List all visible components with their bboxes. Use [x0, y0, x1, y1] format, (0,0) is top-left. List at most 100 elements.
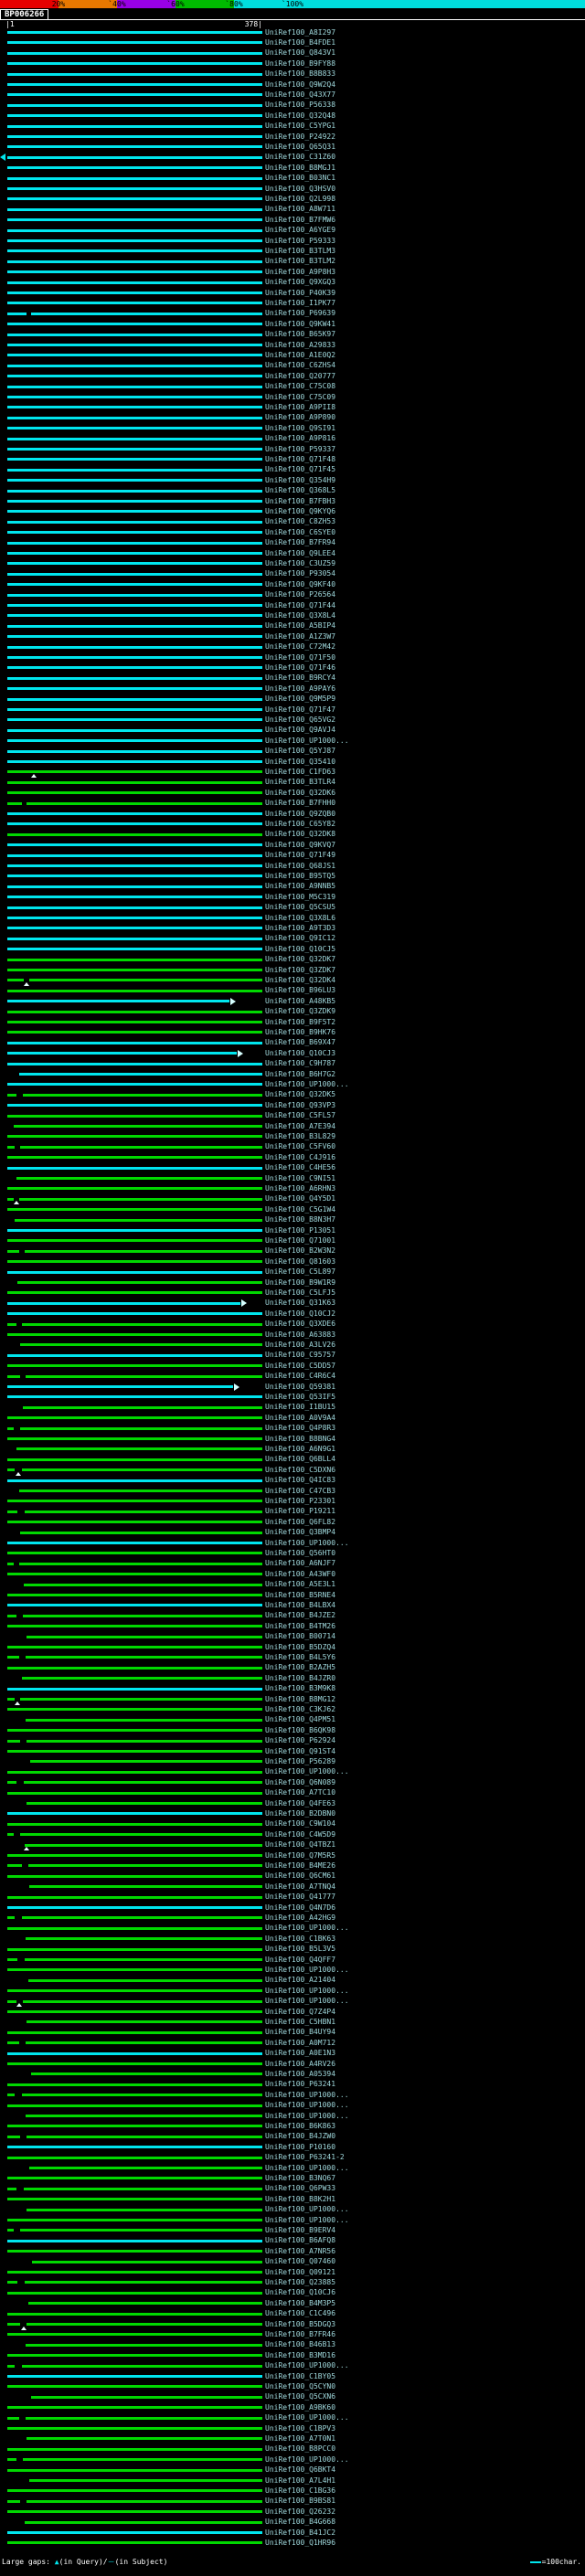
hit-label[interactable]: UniRef100_P59337	[265, 445, 335, 454]
alignment-bar[interactable]	[7, 2333, 262, 2336]
alignment-bar[interactable]	[7, 1688, 262, 1691]
alignment-bar[interactable]	[7, 292, 262, 294]
alignment-bar[interactable]	[16, 1177, 262, 1180]
alignment-bar[interactable]	[7, 479, 262, 482]
alignment-bar[interactable]	[7, 386, 262, 388]
alignment-bar[interactable]	[20, 1833, 262, 1836]
hit-label[interactable]: UniRef100_B8K2H1	[265, 2195, 335, 2204]
alignment-bar[interactable]	[7, 365, 262, 367]
hit-label[interactable]: UniRef100_Q5YJ87	[265, 747, 335, 756]
alignment-bar[interactable]	[7, 2458, 16, 2461]
hit-label[interactable]: UniRef100_P19211	[265, 1507, 335, 1516]
hit-label[interactable]: UniRef100_C31Z60	[265, 153, 335, 162]
alignment-bar[interactable]	[7, 270, 262, 273]
alignment-bar[interactable]	[32, 2261, 262, 2263]
alignment-bar[interactable]	[7, 1667, 262, 1670]
alignment-bar[interactable]	[7, 1354, 262, 1357]
alignment-bar[interactable]	[7, 73, 262, 76]
hit-label[interactable]: UniRef100_P24922	[265, 133, 335, 142]
hit-label[interactable]: UniRef100_Q2L998	[265, 195, 335, 204]
alignment-bar[interactable]	[7, 187, 262, 190]
hit-label[interactable]: UniRef100_A9P8H3	[265, 268, 335, 277]
hit-label[interactable]: UniRef100_B3M9K8	[265, 1684, 335, 1693]
alignment-bar[interactable]	[7, 1781, 16, 1784]
hit-label[interactable]: UniRef100_Q07460	[265, 2257, 335, 2266]
alignment-bar[interactable]	[7, 1291, 262, 1294]
alignment-bar[interactable]	[7, 698, 262, 701]
alignment-bar[interactable]	[7, 1385, 233, 1388]
alignment-bar[interactable]	[7, 1521, 262, 1523]
alignment-bar[interactable]	[7, 396, 262, 398]
hit-label[interactable]: UniRef100_C4R6C4	[265, 1372, 335, 1381]
hit-label[interactable]: UniRef100_P13051	[265, 1226, 335, 1235]
alignment-bar[interactable]	[29, 1885, 262, 1888]
alignment-bar[interactable]	[7, 1312, 262, 1315]
hit-label[interactable]: UniRef100_B4JZE2	[265, 1611, 335, 1620]
hit-label[interactable]: UniRef100_Q35410	[265, 758, 335, 767]
alignment-bar[interactable]	[7, 1542, 262, 1544]
alignment-bar[interactable]	[26, 2344, 262, 2347]
hit-label[interactable]: UniRef100_P93054	[265, 569, 335, 578]
alignment-bar[interactable]	[27, 2136, 262, 2138]
alignment-bar[interactable]	[27, 2323, 262, 2326]
alignment-bar[interactable]	[7, 2062, 262, 2065]
alignment-bar[interactable]	[7, 791, 262, 794]
alignment-bar[interactable]	[22, 2365, 262, 2368]
hit-label[interactable]: UniRef100_A4RV26	[265, 2060, 335, 2069]
hit-label[interactable]: UniRef100_A5BIP4	[265, 621, 335, 631]
alignment-bar[interactable]	[28, 1979, 262, 1982]
hit-label[interactable]: UniRef100_A05394	[265, 2070, 335, 2079]
hit-label[interactable]: UniRef100_UP1000...	[265, 1966, 349, 1975]
alignment-bar[interactable]	[7, 417, 262, 419]
alignment-bar[interactable]	[7, 1552, 262, 1554]
alignment-bar[interactable]	[7, 1740, 20, 1743]
hit-label[interactable]: UniRef100_A8I297	[265, 28, 335, 37]
hit-label[interactable]: UniRef100_Q4Y5D1	[265, 1194, 335, 1203]
alignment-bar[interactable]	[7, 2125, 262, 2127]
alignment-bar[interactable]	[7, 313, 27, 315]
alignment-bar[interactable]	[23, 1406, 262, 1409]
hit-label[interactable]: UniRef100_A21404	[265, 1976, 335, 1985]
hit-label[interactable]: UniRef100_B7FR94	[265, 538, 335, 547]
hit-label[interactable]: UniRef100_UP1000...	[265, 2455, 349, 2465]
alignment-bar[interactable]	[20, 1427, 262, 1430]
alignment-bar[interactable]	[7, 2271, 262, 2274]
alignment-bar[interactable]	[7, 2031, 262, 2034]
hit-label[interactable]: UniRef100_B6QK98	[265, 1726, 335, 1735]
hit-label[interactable]: UniRef100_B96LU3	[265, 986, 335, 995]
hit-label[interactable]: UniRef100_Q20777	[265, 372, 335, 381]
hit-label[interactable]: UniRef100_B4FDE1	[265, 38, 335, 48]
hit-label[interactable]: UniRef100_B5RNE4	[265, 1591, 335, 1600]
hit-label[interactable]: UniRef100_C9W104	[265, 1819, 335, 1829]
alignment-bar[interactable]	[7, 708, 262, 711]
hit-label[interactable]: UniRef100_Q6BLL4	[265, 1455, 335, 1464]
hit-label[interactable]: UniRef100_C5DXN6	[265, 1466, 335, 1475]
alignment-bar[interactable]	[7, 750, 262, 753]
hit-label[interactable]: UniRef100_Q71F50	[265, 653, 335, 663]
alignment-bar[interactable]	[7, 156, 262, 159]
alignment-bar[interactable]	[7, 1375, 20, 1378]
alignment-bar[interactable]	[7, 1854, 262, 1857]
alignment-bar[interactable]	[7, 1875, 262, 1878]
hit-label[interactable]: UniRef100_UP1000...	[265, 2361, 349, 2370]
alignment-bar[interactable]	[7, 1427, 14, 1430]
hit-label[interactable]: UniRef100_Q3XDE6	[265, 1320, 335, 1329]
alignment-bar[interactable]	[7, 354, 262, 356]
alignment-bar[interactable]	[7, 1115, 262, 1118]
hit-label[interactable]: UniRef100_Q9ZQB0	[265, 810, 335, 819]
alignment-bar[interactable]	[7, 229, 262, 232]
hit-label[interactable]: UniRef100_Q65VG2	[265, 716, 335, 725]
hit-label[interactable]: UniRef100_B7FBH3	[265, 497, 335, 506]
hit-label[interactable]: UniRef100_Q4TBZ1	[265, 1840, 335, 1850]
alignment-bar[interactable]	[7, 1698, 15, 1701]
alignment-bar[interactable]	[7, 1646, 262, 1648]
alignment-bar[interactable]	[7, 1437, 262, 1440]
hit-label[interactable]: UniRef100_Q6N089	[265, 1778, 335, 1787]
alignment-bar[interactable]	[23, 2458, 262, 2461]
alignment-bar[interactable]	[7, 614, 262, 617]
alignment-bar[interactable]	[7, 427, 262, 429]
alignment-bar[interactable]	[7, 83, 262, 86]
hit-label[interactable]: UniRef100_Q3X8L6	[265, 914, 335, 923]
alignment-bar[interactable]	[7, 1750, 262, 1753]
alignment-bar[interactable]	[7, 448, 262, 451]
